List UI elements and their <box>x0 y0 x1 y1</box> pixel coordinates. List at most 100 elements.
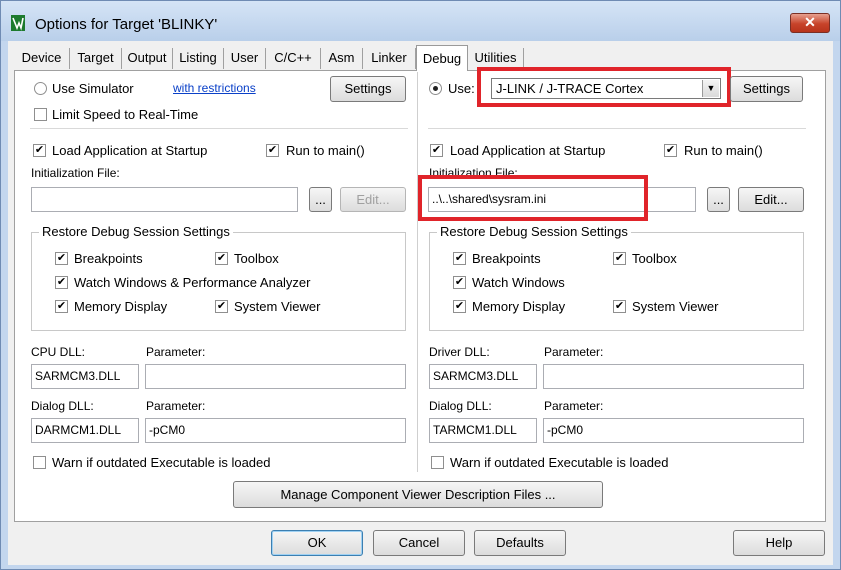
title-bar: Options for Target 'BLINKY' ✕ <box>1 1 840 41</box>
left-memory-display-checkbox[interactable]: ✔ <box>55 300 68 313</box>
close-button[interactable]: ✕ <box>790 13 830 33</box>
left-system-viewer-checkbox[interactable]: ✔ <box>215 300 228 313</box>
tab-debug[interactable]: Debug <box>416 45 468 71</box>
right-run-to-main-checkbox[interactable]: ✔ <box>664 144 677 157</box>
left-memory-display-label: Memory Display <box>74 299 168 314</box>
right-load-app-label: Load Application at Startup <box>450 143 606 158</box>
right-settings-button[interactable]: Settings <box>730 76 803 102</box>
left-watch-windows-checkbox[interactable]: ✔ <box>55 276 68 289</box>
left-separator <box>30 128 408 129</box>
debugger-highlight-box <box>477 67 731 107</box>
limit-speed-label: Limit Speed to Real-Time <box>52 107 199 122</box>
right-system-viewer-checkbox[interactable]: ✔ <box>613 300 626 313</box>
check-icon: ✔ <box>614 252 625 264</box>
tab-listing[interactable]: Listing <box>173 48 224 69</box>
manage-component-viewer-button[interactable]: Manage Component Viewer Description File… <box>233 481 603 508</box>
left-breakpoints-checkbox[interactable]: ✔ <box>55 252 68 265</box>
tab-linker[interactable]: Linker <box>363 48 416 69</box>
check-icon: ✔ <box>431 144 442 156</box>
tab-utilities[interactable]: Utilities <box>468 48 524 69</box>
radio-dot-icon <box>433 86 438 91</box>
init-file-highlight-box <box>418 175 648 221</box>
defaults-button[interactable]: Defaults <box>474 530 566 556</box>
right-breakpoints-label: Breakpoints <box>472 251 541 266</box>
right-dialog-param-label: Parameter: <box>544 399 604 413</box>
tab-asm[interactable]: Asm <box>321 48 363 69</box>
tab-target[interactable]: Target <box>70 48 122 69</box>
left-run-to-main-checkbox[interactable]: ✔ <box>266 144 279 157</box>
cpu-param-label: Parameter: <box>146 345 206 359</box>
tab-output[interactable]: Output <box>122 48 173 69</box>
tab-c-cpp[interactable]: C/C++ <box>266 48 321 69</box>
use-debugger-label: Use: <box>448 81 475 96</box>
column-divider <box>417 72 418 472</box>
right-toolbox-checkbox[interactable]: ✔ <box>613 252 626 265</box>
check-icon: ✔ <box>216 252 227 264</box>
driver-dll-input[interactable]: SARMCM3.DLL <box>429 364 537 389</box>
check-icon: ✔ <box>56 276 67 288</box>
right-memory-display-label: Memory Display <box>472 299 566 314</box>
tab-device[interactable]: Device <box>14 48 70 69</box>
left-load-app-checkbox[interactable]: ✔ <box>33 144 46 157</box>
left-init-file-label: Initialization File: <box>31 166 120 180</box>
cpu-dll-input[interactable]: SARMCM3.DLL <box>31 364 139 389</box>
check-icon: ✔ <box>56 252 67 264</box>
cpu-param-input[interactable] <box>145 364 406 389</box>
use-debugger-radio[interactable] <box>429 82 442 95</box>
left-dialog-dll-input[interactable]: DARMCM1.DLL <box>31 418 139 443</box>
right-watch-windows-label: Watch Windows <box>472 275 565 290</box>
limit-speed-checkbox[interactable] <box>34 108 47 121</box>
left-init-browse-button[interactable]: ... <box>309 187 332 212</box>
check-icon: ✔ <box>34 144 45 156</box>
close-icon: ✕ <box>804 14 816 30</box>
right-toolbox-label: Toolbox <box>632 251 677 266</box>
tab-user[interactable]: User <box>224 48 266 69</box>
driver-param-input[interactable] <box>543 364 804 389</box>
left-settings-button[interactable]: Settings <box>330 76 406 102</box>
left-init-edit-button[interactable]: Edit... <box>340 187 406 212</box>
right-memory-display-checkbox[interactable]: ✔ <box>453 300 466 313</box>
use-simulator-radio[interactable] <box>34 82 47 95</box>
left-dialog-dll-label: Dialog DLL: <box>31 399 94 413</box>
cpu-dll-label: CPU DLL: <box>31 345 86 359</box>
help-button[interactable]: Help <box>733 530 825 556</box>
left-warn-outdated-checkbox[interactable] <box>33 456 46 469</box>
right-init-browse-button[interactable]: ... <box>707 187 730 212</box>
check-icon: ✔ <box>454 300 465 312</box>
window-title: Options for Target 'BLINKY' <box>35 16 218 33</box>
left-breakpoints-label: Breakpoints <box>74 251 143 266</box>
right-breakpoints-checkbox[interactable]: ✔ <box>453 252 466 265</box>
check-icon: ✔ <box>665 144 676 156</box>
right-warn-outdated-checkbox[interactable] <box>431 456 444 469</box>
left-toolbox-label: Toolbox <box>234 251 279 266</box>
ok-button[interactable]: OK <box>271 530 363 556</box>
driver-dll-label: Driver DLL: <box>429 345 490 359</box>
left-dialog-param-input[interactable]: -pCM0 <box>145 418 406 443</box>
check-icon: ✔ <box>216 300 227 312</box>
left-toolbox-checkbox[interactable]: ✔ <box>215 252 228 265</box>
use-simulator-label: Use Simulator <box>52 81 134 96</box>
left-init-file-input[interactable] <box>31 187 298 212</box>
check-icon: ✔ <box>454 276 465 288</box>
right-separator <box>428 128 806 129</box>
right-dialog-dll-input[interactable]: TARMCM1.DLL <box>429 418 537 443</box>
right-init-edit-button[interactable]: Edit... <box>738 187 804 212</box>
left-system-viewer-label: System Viewer <box>234 299 321 314</box>
cancel-button[interactable]: Cancel <box>373 530 465 556</box>
right-run-to-main-label: Run to main() <box>684 143 763 158</box>
right-dialog-param-input[interactable]: -pCM0 <box>543 418 804 443</box>
right-load-app-checkbox[interactable]: ✔ <box>430 144 443 157</box>
right-system-viewer-label: System Viewer <box>632 299 719 314</box>
left-watch-windows-label: Watch Windows & Performance Analyzer <box>74 275 311 290</box>
left-run-to-main-label: Run to main() <box>286 143 365 158</box>
right-watch-windows-checkbox[interactable]: ✔ <box>453 276 466 289</box>
left-restore-title: Restore Debug Session Settings <box>39 224 233 239</box>
check-icon: ✔ <box>267 144 278 156</box>
left-dialog-param-label: Parameter: <box>146 399 206 413</box>
right-warn-outdated-label: Warn if outdated Executable is loaded <box>450 455 669 470</box>
left-warn-outdated-label: Warn if outdated Executable is loaded <box>52 455 271 470</box>
left-load-app-label: Load Application at Startup <box>52 143 208 158</box>
with-restrictions-link[interactable]: with restrictions <box>173 81 256 95</box>
check-icon: ✔ <box>614 300 625 312</box>
right-restore-title: Restore Debug Session Settings <box>437 224 631 239</box>
